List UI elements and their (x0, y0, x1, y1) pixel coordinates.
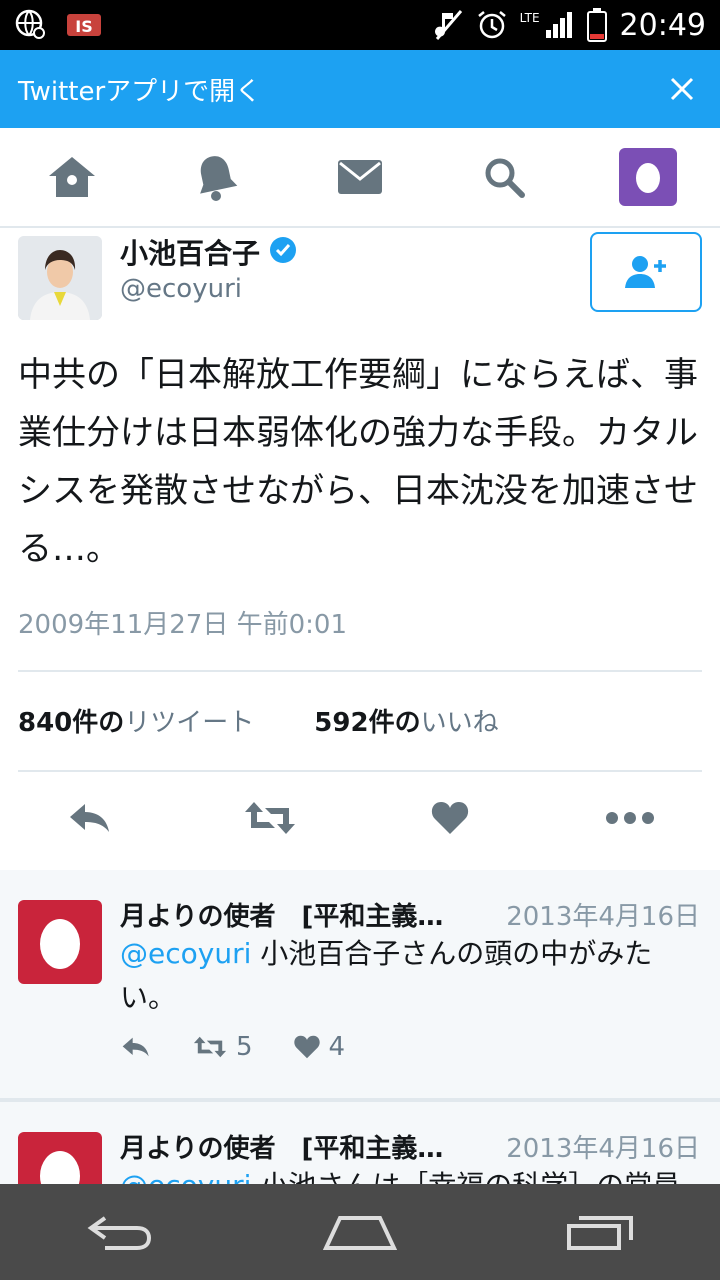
retweet-label: リツイート (124, 708, 255, 738)
profile-egg-icon (619, 148, 677, 206)
reply-retweet-count: 5 (236, 1032, 253, 1062)
reply-text: @ecoyuri 小池さんは［幸福の科学］の常員 (120, 1164, 700, 1184)
close-icon[interactable] (662, 69, 702, 109)
retweet-icon[interactable] (235, 788, 305, 848)
battery-icon (586, 8, 608, 42)
reply-author-name[interactable]: 月よりの使者 [平和主義… (120, 896, 443, 933)
recents-icon[interactable] (550, 1202, 650, 1262)
reply-author-name[interactable]: 月よりの使者 [平和主義… (120, 1128, 443, 1165)
divider (18, 670, 702, 672)
follow-button[interactable] (590, 232, 702, 312)
divider (18, 770, 702, 772)
more-icon[interactable] (595, 788, 665, 848)
tweet-date[interactable]: 2009年11月27日 午前0:01 (18, 604, 347, 641)
open-in-app-banner[interactable]: Twitterアプリで開く (0, 50, 720, 128)
author-name-row: 小池百合子 (120, 232, 298, 272)
reply-retweet-icon (193, 1036, 227, 1058)
reply-mention[interactable]: @ecoyuri (120, 1169, 251, 1184)
reply-date[interactable]: 2013年4月16日 (506, 1128, 700, 1165)
system-nav-bar (0, 1184, 720, 1280)
reply-item[interactable]: 月よりの使者 [平和主義… 2013年4月16日 @ecoyuri 小池さんは［… (0, 1102, 720, 1184)
reply-body: 小池さんは［幸福の科学］の常員 (251, 1169, 680, 1184)
author-name[interactable]: 小池百合子 (120, 232, 260, 272)
reply-date[interactable]: 2013年4月16日 (506, 896, 700, 933)
reply-avatar[interactable] (18, 900, 102, 984)
home-nav-icon[interactable] (310, 1202, 410, 1262)
like-icon[interactable] (415, 788, 485, 848)
tweet-stats: 840件のリツイート 592件のいいね (18, 702, 499, 739)
status-time: 20:49 (619, 7, 706, 43)
reply-like[interactable]: 4 (293, 1032, 346, 1062)
reply-header: 月よりの使者 [平和主義… 2013年4月16日 (120, 1128, 700, 1165)
reply-icon[interactable] (55, 788, 125, 848)
reply-reply-icon[interactable] (120, 1035, 152, 1059)
svg-text:IS: IS (75, 17, 92, 36)
open-in-app-label[interactable]: Twitterアプリで開く (18, 71, 261, 108)
reply-header: 月よりの使者 [平和主義… 2013年4月16日 (120, 896, 700, 933)
reply-retweet[interactable]: 5 (192, 1032, 253, 1062)
back-icon[interactable] (70, 1202, 170, 1262)
reply-text: @ecoyuri 小池百合子さんの頭の中がみたい。 (120, 932, 700, 1020)
reply-actions: 5 4 (120, 1032, 345, 1062)
network-type: LTE (519, 11, 540, 25)
top-nav (0, 128, 720, 228)
reply-mention[interactable]: @ecoyuri (120, 937, 251, 970)
replies-list: 月よりの使者 [平和主義… 2013年4月16日 @ecoyuri 小池百合子さ… (0, 870, 720, 1184)
author-handle[interactable]: @ecoyuri (120, 274, 242, 304)
like-count: 592件の (314, 708, 421, 738)
home-icon[interactable] (27, 137, 117, 217)
battery-saver-icon: IS (66, 11, 104, 39)
verified-badge-icon (268, 235, 298, 269)
messages-icon[interactable] (315, 137, 405, 217)
notifications-icon[interactable] (171, 137, 261, 217)
signal-icon (544, 10, 574, 40)
tweet-actions (0, 788, 720, 848)
mute-icon (434, 9, 464, 41)
reply-avatar[interactable] (18, 1132, 102, 1184)
tweet-text: 中共の「日本解放工作要綱」にならえば、事業仕分けは日本弱体化の強力な手段。カタル… (18, 355, 698, 569)
reply-item[interactable]: 月よりの使者 [平和主義… 2013年4月16日 @ecoyuri 小池百合子さ… (0, 870, 720, 1102)
author-avatar[interactable] (18, 236, 102, 320)
reply-like-count: 4 (328, 1032, 346, 1062)
retweet-stat[interactable]: 840件のリツイート (18, 702, 254, 739)
status-bar: IS LTE 20:49 (0, 0, 720, 50)
globe-icon (14, 8, 48, 42)
profile-avatar[interactable] (603, 137, 693, 217)
screen: IS LTE 20:49 Twitterアプリで開く 小池百合子 @ecoyur… (0, 0, 720, 1280)
add-user-icon (625, 256, 666, 288)
like-stat[interactable]: 592件のいいね (314, 702, 498, 739)
like-label: いいね (420, 708, 499, 738)
reply-like-icon (293, 1035, 320, 1059)
alarm-icon (476, 9, 508, 41)
search-icon[interactable] (459, 137, 549, 217)
retweet-count: 840件の (18, 708, 125, 738)
